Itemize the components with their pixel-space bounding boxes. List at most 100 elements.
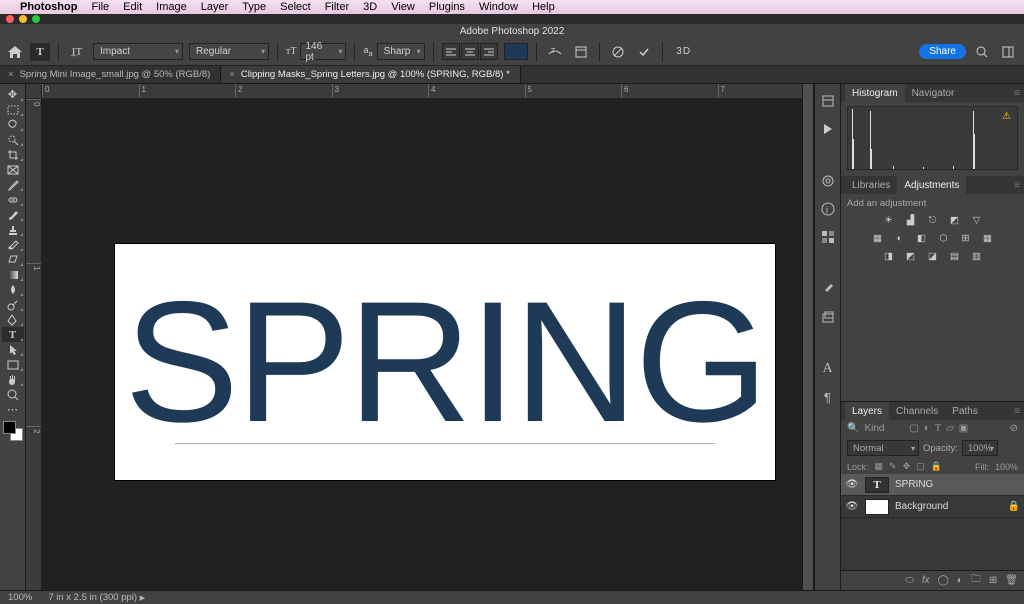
document-tab[interactable]: × Clipping Masks_Spring Letters.jpg @ 10… [221,66,520,83]
dodge-tool[interactable] [2,297,24,312]
color-swatches[interactable] [3,421,23,441]
adjustment-layer-icon[interactable]: ◐ [957,575,963,586]
layer-thumb[interactable] [865,499,889,515]
share-button[interactable]: Share [919,44,966,59]
align-center-button[interactable] [461,43,479,60]
threshold-icon[interactable]: ◪ [926,249,940,263]
character-panel-icon[interactable]: A [819,360,837,378]
brush-tool[interactable] [2,207,24,222]
foreground-color[interactable] [3,421,16,434]
marquee-tool[interactable] [2,102,24,117]
layer-thumb[interactable]: T [865,477,889,493]
type-tool[interactable]: T [2,327,24,342]
align-right-button[interactable] [480,43,498,60]
3d-button[interactable]: 3D [671,43,697,61]
photo-filter-icon[interactable]: ⬡ [937,231,951,245]
lock-position-icon[interactable]: ✥ [903,461,911,472]
link-layers-icon[interactable]: ⬭ [905,575,914,586]
text-layer[interactable]: SPRING [124,276,765,448]
menu-file[interactable]: File [91,1,109,13]
hue-icon[interactable]: ▦ [871,231,885,245]
quick-select-tool[interactable] [2,132,24,147]
mac-menubar[interactable]: Photoshop File Edit Image Layer Type Sel… [0,0,1024,14]
menu-edit[interactable]: Edit [123,1,142,13]
mask-icon[interactable]: ◯ [938,575,949,586]
frame-tool[interactable] [2,162,24,177]
app-menu[interactable]: Photoshop [20,1,77,13]
filter-pixel-icon[interactable]: ▢ [909,423,918,434]
layer-filter-kind[interactable]: Kind [864,423,904,434]
group-icon[interactable]: 🗀 [971,572,981,589]
eraser-tool[interactable] [2,252,24,267]
type-orientation-icon[interactable]: I̲T [67,43,87,61]
brushes-panel-icon[interactable] [819,280,837,298]
workspace-icon[interactable] [998,43,1018,61]
lock-transparency-icon[interactable]: ▦ [875,461,884,472]
lock-pixels-icon[interactable]: ✎ [889,461,897,472]
document-canvas[interactable]: SPRING [115,244,775,480]
fx-icon[interactable]: fx [922,575,930,586]
menu-type[interactable]: Type [242,1,266,13]
balance-icon[interactable]: ◐ [893,231,907,245]
channel-mixer-icon[interactable]: ⊞ [959,231,973,245]
layer-name[interactable]: Background [895,501,948,512]
menu-plugins[interactable]: Plugins [429,1,465,13]
paths-tab[interactable]: Paths [945,402,985,420]
hand-tool[interactable] [2,372,24,387]
pen-tool[interactable] [2,312,24,327]
swatches-panel-icon[interactable] [819,228,837,246]
crop-tool[interactable] [2,147,24,162]
adjustments-tab[interactable]: Adjustments [897,176,966,194]
invert-icon[interactable]: ◨ [882,249,896,263]
menu-image[interactable]: Image [156,1,187,13]
shape-tool[interactable] [2,357,24,372]
path-select-tool[interactable] [2,342,24,357]
posterize-icon[interactable]: ◩ [904,249,918,263]
curves-icon[interactable]: ⎋ [926,213,940,227]
vibrance-icon[interactable]: ▽ [970,213,984,227]
layers-tab[interactable]: Layers [845,402,889,420]
filter-adj-icon[interactable]: ◐ [924,423,930,434]
info-panel-icon[interactable]: i [819,200,837,218]
lasso-tool[interactable] [2,117,24,132]
actions-play-icon[interactable] [819,120,837,138]
menu-select[interactable]: Select [280,1,311,13]
filter-toggle-icon[interactable]: ⊘ [1010,423,1018,434]
menu-3d[interactable]: 3D [363,1,377,13]
edit-toolbar[interactable]: ⋯ [2,402,24,417]
history-brush-tool[interactable] [2,237,24,252]
filter-type-icon[interactable]: T [935,423,941,434]
libraries-tab[interactable]: Libraries [845,176,897,194]
stamp-tool[interactable] [2,222,24,237]
menu-view[interactable]: View [391,1,415,13]
lock-icon[interactable]: 🔒 [1008,501,1020,512]
close-tab-icon[interactable]: × [8,69,14,80]
horizontal-ruler[interactable]: 01234567 [42,84,814,99]
type-tool-icon[interactable]: T [30,43,50,61]
font-size-input[interactable]: 146 pt [300,43,346,60]
vertical-ruler[interactable]: 012 [26,99,42,590]
panel-menu-icon[interactable]: ≡ [1014,180,1020,191]
canvas-area[interactable]: 01234567 012 SPRING [26,84,814,590]
zoom-tool[interactable] [2,387,24,402]
blur-tool[interactable] [2,282,24,297]
lock-artboard-icon[interactable]: ▢ [916,461,925,472]
lookup-icon[interactable]: ▦ [981,231,995,245]
eyedropper-tool[interactable] [2,177,24,192]
move-tool[interactable]: ✥ [2,87,24,102]
text-color-swatch[interactable] [504,43,528,60]
menu-window[interactable]: Window [479,1,518,13]
filter-shape-icon[interactable]: ▱ [946,423,954,434]
healing-tool[interactable] [2,192,24,207]
minimize-window-icon[interactable] [19,15,27,23]
align-left-button[interactable] [442,43,460,60]
search-icon[interactable] [972,43,992,61]
layer-row[interactable]: 👁 Background 🔒 [841,496,1024,518]
clone-panel-icon[interactable] [819,308,837,326]
layer-row[interactable]: 👁 T SPRING [841,474,1024,496]
layer-name[interactable]: SPRING [895,479,933,490]
panel-menu-icon[interactable]: ≡ [1014,406,1020,417]
opacity-input[interactable]: 100% [962,440,998,456]
ruler-origin[interactable] [26,84,42,99]
histogram-warning-icon[interactable]: ⚠ [1002,111,1011,122]
